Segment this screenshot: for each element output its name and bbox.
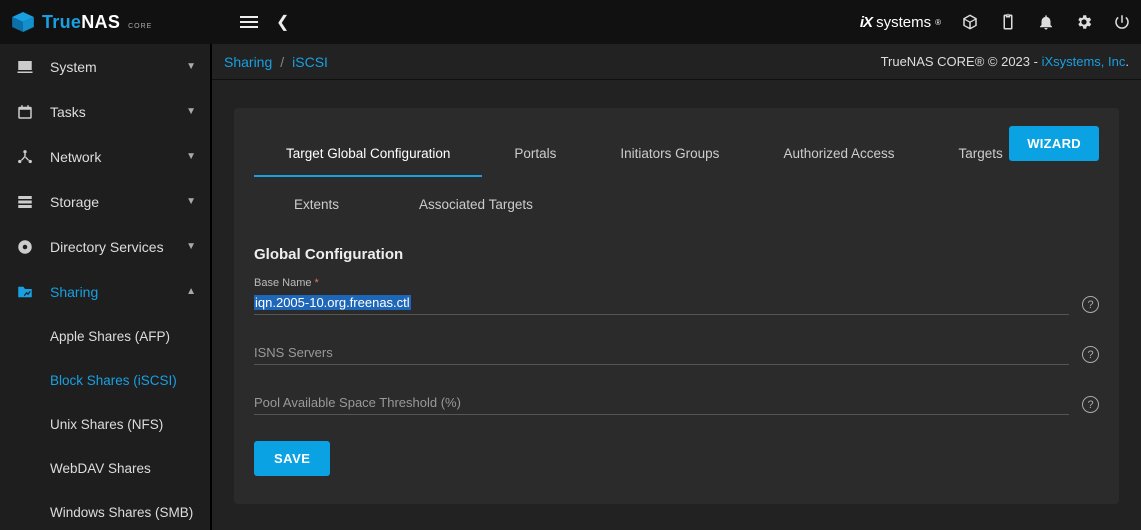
sidebar-item-label: Tasks — [50, 104, 186, 120]
brand-text: TrueNAS — [42, 12, 120, 33]
truenas-cube-icon — [10, 12, 36, 32]
copyright: TrueNAS CORE® © 2023 - iXsystems, Inc. — [881, 54, 1129, 69]
help-icon[interactable]: ? — [1082, 346, 1099, 363]
tab-extents[interactable]: Extents — [254, 183, 379, 226]
sidebar-sub-apple-shares-afp-[interactable]: Apple Shares (AFP) — [0, 314, 210, 358]
isns-input[interactable] — [254, 341, 1069, 365]
copyright-link[interactable]: iXsystems, Inc — [1042, 54, 1126, 69]
cube-icon[interactable] — [961, 13, 979, 31]
brand-sub: CORE — [128, 23, 152, 30]
storage-icon — [14, 193, 36, 211]
sidebar-item-label: Storage — [50, 194, 186, 210]
sidebar-sub-windows-shares-smb-[interactable]: Windows Shares (SMB) — [0, 490, 210, 530]
chevron-up-icon: ▲ — [186, 286, 196, 297]
help-icon[interactable]: ? — [1082, 296, 1099, 313]
sidebar-sub-unix-shares-nfs-[interactable]: Unix Shares (NFS) — [0, 402, 210, 446]
chevron-down-icon: ▼ — [186, 106, 196, 117]
tabs-row-2: ExtentsAssociated Targets — [254, 183, 1099, 226]
chevron-down-icon: ▼ — [186, 241, 196, 252]
sidebar-item-label: Network — [50, 149, 186, 165]
back-icon[interactable]: ❮ — [276, 12, 289, 32]
sidebar-item-network[interactable]: Network ▼ — [0, 134, 210, 179]
top-actions-left: ❮ — [240, 12, 289, 32]
circle-icon — [14, 238, 36, 256]
iscsi-panel: WIZARD Target Global ConfigurationPortal… — [234, 108, 1119, 504]
ixsystems-logo[interactable]: iXsystems® — [860, 14, 941, 31]
sidebar: System ▼ Tasks ▼ Network ▼ Storage ▼ Dir… — [0, 44, 212, 530]
top-bar: TrueNAS CORE ❮ iXsystems® — [0, 0, 1141, 44]
wizard-button[interactable]: WIZARD — [1009, 126, 1099, 161]
chevron-down-icon: ▼ — [186, 196, 196, 207]
tab-initiators-groups[interactable]: Initiators Groups — [588, 132, 751, 177]
power-icon[interactable] — [1113, 13, 1131, 31]
pool-threshold-input[interactable] — [254, 391, 1069, 415]
breadcrumb-bar: Sharing / iSCSI TrueNAS CORE® © 2023 - i… — [212, 44, 1141, 80]
field-base-name: Base Name * iqn.2005-10.org.freenas.ctl … — [254, 277, 1099, 315]
sidebar-item-directory-services[interactable]: Directory Services ▼ — [0, 224, 210, 269]
sidebar-sub-webdav-shares[interactable]: WebDAV Shares — [0, 446, 210, 490]
brand-logo[interactable]: TrueNAS CORE — [10, 12, 210, 33]
sidebar-item-tasks[interactable]: Tasks ▼ — [0, 89, 210, 134]
sidebar-item-label: System — [50, 59, 186, 75]
desktop-icon — [14, 58, 36, 76]
tab-authorized-access[interactable]: Authorized Access — [751, 132, 926, 177]
folder-icon — [14, 283, 36, 301]
tab-portals[interactable]: Portals — [482, 132, 588, 177]
sidebar-item-system[interactable]: System ▼ — [0, 44, 210, 89]
calendar-icon — [14, 103, 36, 121]
field-label: Base Name * — [254, 277, 1099, 289]
sidebar-item-label: Sharing — [50, 284, 186, 300]
tabs-row-1: Target Global ConfigurationPortalsInitia… — [254, 132, 1099, 177]
tab-target-global-configuration[interactable]: Target Global Configuration — [254, 132, 482, 177]
field-pool-threshold: ? — [254, 391, 1099, 415]
content: WIZARD Target Global ConfigurationPortal… — [212, 80, 1141, 530]
chevron-down-icon: ▼ — [186, 151, 196, 162]
help-icon[interactable]: ? — [1082, 396, 1099, 413]
sidebar-item-label: Directory Services — [50, 239, 186, 255]
sidebar-item-storage[interactable]: Storage ▼ — [0, 179, 210, 224]
sidebar-item-sharing[interactable]: Sharing ▲ — [0, 269, 210, 314]
base-name-input[interactable]: iqn.2005-10.org.freenas.ctl — [254, 291, 1069, 315]
bell-icon[interactable] — [1037, 13, 1055, 31]
menu-toggle-icon[interactable] — [240, 16, 258, 28]
breadcrumb-root[interactable]: Sharing — [224, 54, 272, 70]
tab-associated-targets[interactable]: Associated Targets — [379, 183, 573, 226]
gear-icon[interactable] — [1075, 13, 1093, 31]
section-title: Global Configuration — [254, 246, 1099, 263]
main-area: Sharing / iSCSI TrueNAS CORE® © 2023 - i… — [212, 44, 1141, 530]
save-button[interactable]: SAVE — [254, 441, 330, 476]
breadcrumb-sep: / — [280, 54, 284, 70]
sidebar-sub-block-shares-iscsi-[interactable]: Block Shares (iSCSI) — [0, 358, 210, 402]
network-icon — [14, 148, 36, 166]
breadcrumb-leaf[interactable]: iSCSI — [292, 54, 328, 70]
top-actions-right: iXsystems® — [860, 13, 1131, 31]
field-isns: ? — [254, 341, 1099, 365]
chevron-down-icon: ▼ — [186, 61, 196, 72]
clipboard-icon[interactable] — [999, 13, 1017, 31]
